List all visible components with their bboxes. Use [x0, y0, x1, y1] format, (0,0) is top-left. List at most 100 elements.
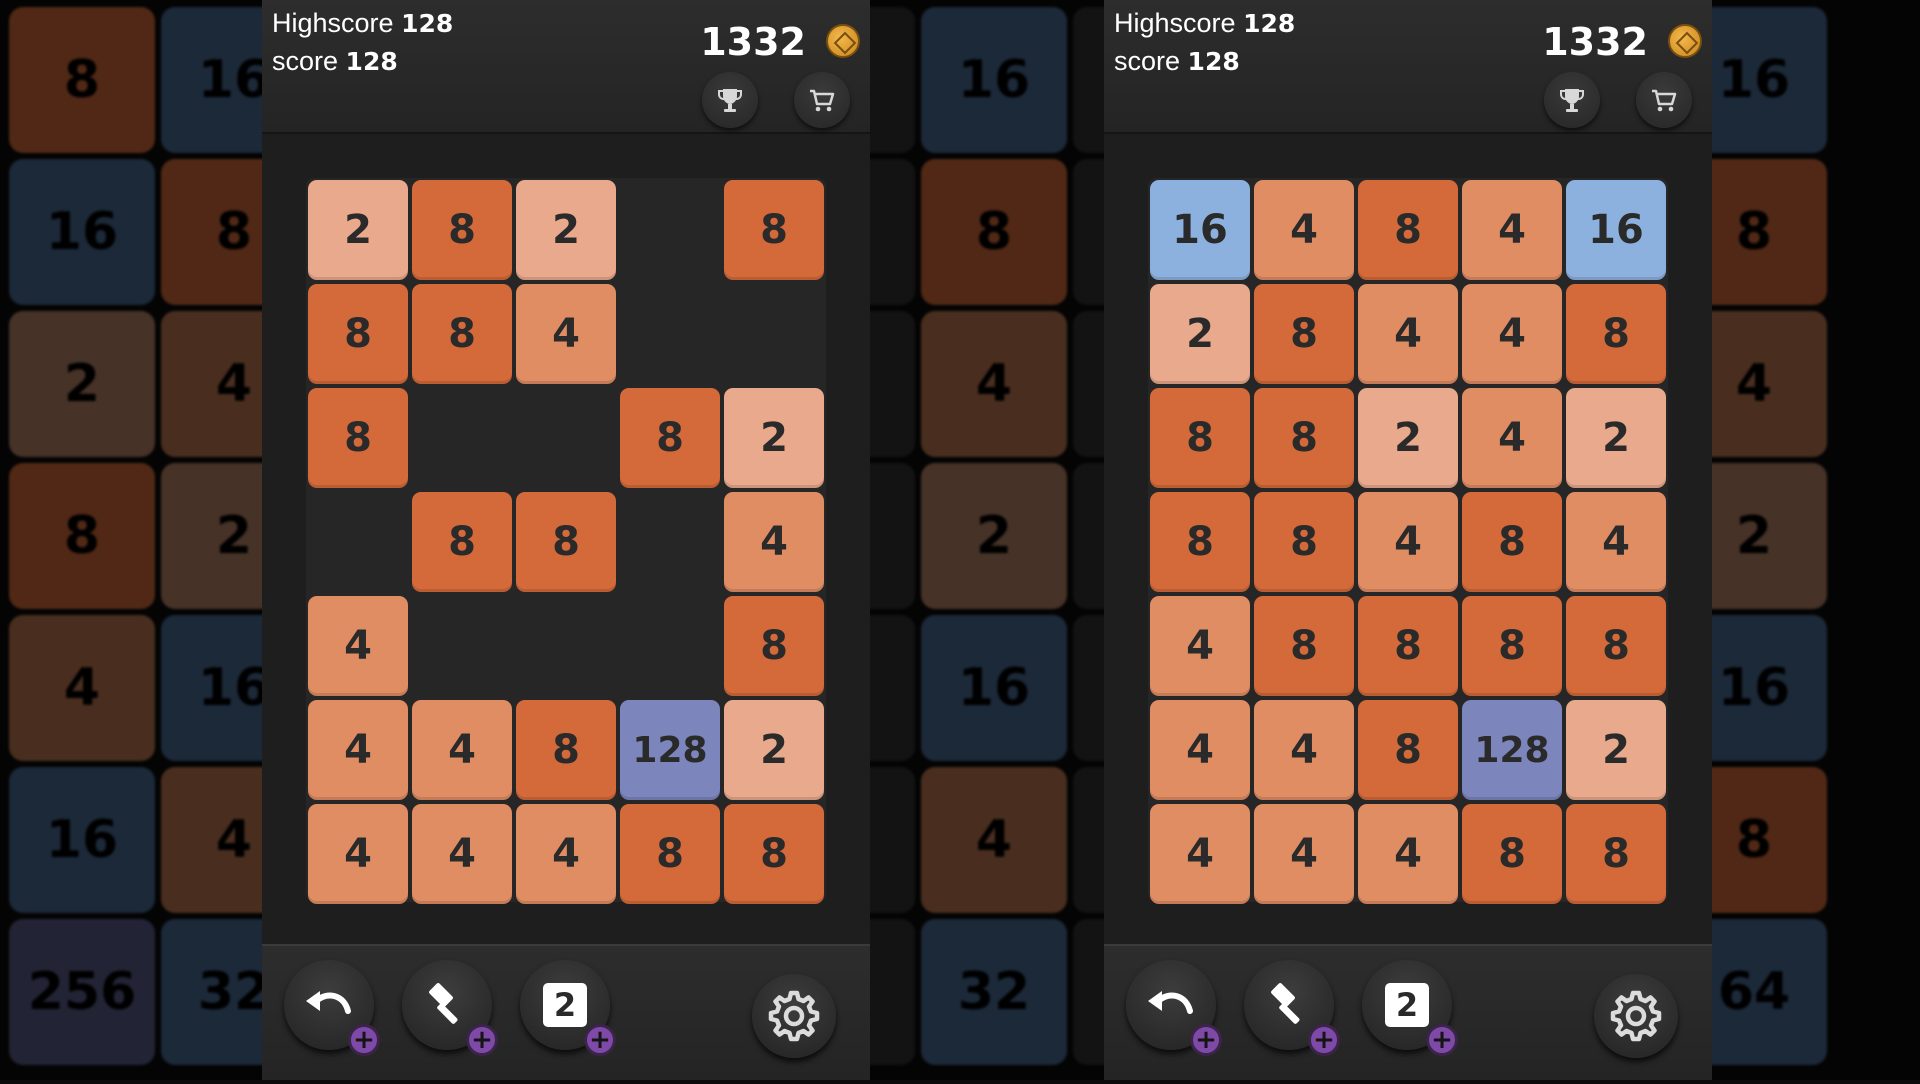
- plus-icon: +: [1190, 1024, 1222, 1056]
- tile-4[interactable]: 4: [308, 700, 408, 800]
- tile-4[interactable]: 4: [1150, 596, 1250, 696]
- tile-8[interactable]: 8: [516, 492, 616, 592]
- tile-4[interactable]: 4: [724, 492, 824, 592]
- highscore-label: Highscore: [1114, 8, 1236, 38]
- coin-icon: [826, 24, 860, 58]
- undo-button[interactable]: +: [284, 960, 380, 1056]
- tile-8[interactable]: 8: [724, 804, 824, 904]
- tile-8[interactable]: 8: [412, 492, 512, 592]
- hammer-button[interactable]: +: [402, 960, 498, 1056]
- leaderboard-button[interactable]: [702, 72, 758, 128]
- tile-2[interactable]: 2: [1566, 388, 1666, 488]
- tile-8[interactable]: 8: [516, 700, 616, 800]
- tile-4[interactable]: 4: [1566, 492, 1666, 592]
- tile-4[interactable]: 4: [1462, 284, 1562, 384]
- settings-button[interactable]: [752, 974, 836, 1058]
- tile-4[interactable]: 4: [308, 596, 408, 696]
- tile-4[interactable]: 4: [1150, 700, 1250, 800]
- plus-icon: +: [584, 1024, 616, 1056]
- shop-button[interactable]: [1636, 72, 1692, 128]
- tile-2[interactable]: 2: [1358, 388, 1458, 488]
- tile-8[interactable]: 8: [1358, 180, 1458, 280]
- tile-4[interactable]: 4: [308, 804, 408, 904]
- hammer-button[interactable]: +: [1244, 960, 1340, 1056]
- tile-4[interactable]: 4: [1462, 388, 1562, 488]
- shop-button[interactable]: [794, 72, 850, 128]
- tile-8[interactable]: 8: [1254, 492, 1354, 592]
- tool-bar: + + 2 +: [1104, 944, 1712, 1080]
- tile-4[interactable]: 4: [1254, 700, 1354, 800]
- undo-button[interactable]: +: [1126, 960, 1222, 1056]
- cart-icon: [1652, 89, 1677, 112]
- tile-16[interactable]: 16: [1150, 180, 1250, 280]
- settings-button[interactable]: [1594, 974, 1678, 1058]
- tile-4[interactable]: 4: [1462, 180, 1562, 280]
- tile-8[interactable]: 8: [620, 388, 720, 488]
- tile-8[interactable]: 8: [1150, 388, 1250, 488]
- tile-2[interactable]: 2: [308, 180, 408, 280]
- tile-8[interactable]: 8: [1358, 596, 1458, 696]
- cart-icon: [810, 89, 835, 112]
- coin-count: 1332: [700, 20, 806, 64]
- highscore-label: Highscore: [272, 8, 394, 38]
- tile-8[interactable]: 8: [724, 596, 824, 696]
- tile-8[interactable]: 8: [1462, 596, 1562, 696]
- tile-8[interactable]: 8: [1254, 596, 1354, 696]
- game-board: 2 8 2 8 8 8 4 8 8 2 8 8 4 4 8 4 4 8 128 2 4 4 4 8 8: [306, 178, 826, 904]
- tile-2[interactable]: 2: [1150, 284, 1250, 384]
- score-label: score: [1114, 46, 1181, 76]
- swap-tile-button[interactable]: 2 +: [520, 960, 616, 1056]
- tile-8[interactable]: 8: [412, 180, 512, 280]
- tile-128[interactable]: 128: [1462, 700, 1562, 800]
- tile-8[interactable]: 8: [1150, 492, 1250, 592]
- top-bar: Highscore 128 score 128 1332: [262, 0, 870, 134]
- score-value: 128: [1187, 47, 1240, 76]
- tile-8[interactable]: 8: [412, 284, 512, 384]
- tile-8[interactable]: 8: [620, 804, 720, 904]
- tool-bar: + + 2 +: [262, 944, 870, 1080]
- tile-8[interactable]: 8: [1462, 492, 1562, 592]
- leaderboard-button[interactable]: [1544, 72, 1600, 128]
- plus-icon: +: [1426, 1024, 1458, 1056]
- tile-8[interactable]: 8: [724, 180, 824, 280]
- tile-16[interactable]: 16: [1566, 180, 1666, 280]
- plus-icon: +: [348, 1024, 380, 1056]
- swap-tile-button[interactable]: 2 +: [1362, 960, 1458, 1056]
- tile-2[interactable]: 2: [516, 180, 616, 280]
- tile-4[interactable]: 4: [1358, 492, 1458, 592]
- tile-4[interactable]: 4: [1358, 804, 1458, 904]
- tile-8[interactable]: 8: [1462, 804, 1562, 904]
- tile-8[interactable]: 8: [308, 284, 408, 384]
- tile-8[interactable]: 8: [1566, 804, 1666, 904]
- score-label: score: [272, 46, 339, 76]
- tile-2[interactable]: 2: [724, 700, 824, 800]
- tile-4[interactable]: 4: [1358, 284, 1458, 384]
- tile-4[interactable]: 4: [1254, 180, 1354, 280]
- score-line: score 128: [272, 46, 398, 77]
- tile-4[interactable]: 4: [516, 284, 616, 384]
- tile-2[interactable]: 2: [724, 388, 824, 488]
- tile-two-icon: 2: [1385, 983, 1429, 1027]
- tile-4[interactable]: 4: [412, 700, 512, 800]
- tile-4[interactable]: 4: [1254, 804, 1354, 904]
- tile-8[interactable]: 8: [1566, 284, 1666, 384]
- tile-8[interactable]: 8: [308, 388, 408, 488]
- highscore-line: Highscore 128: [272, 8, 453, 39]
- tile-4[interactable]: 4: [412, 804, 512, 904]
- plus-icon: +: [1308, 1024, 1340, 1056]
- tile-8[interactable]: 8: [1254, 284, 1354, 384]
- tile-128[interactable]: 128: [620, 700, 720, 800]
- tile-4[interactable]: 4: [516, 804, 616, 904]
- hammer-icon: [429, 983, 458, 1024]
- game-board: 16 4 8 4 16 2 8 4 4 8 8 8 2 4 2 8 8 4 8 4 4 8 8 8 8 4 4 8 128 2 4 4 4 8 8: [1148, 178, 1668, 904]
- tile-4[interactable]: 4: [1150, 804, 1250, 904]
- tile-8[interactable]: 8: [1358, 700, 1458, 800]
- tile-2[interactable]: 2: [1566, 700, 1666, 800]
- trophy-icon: [1560, 89, 1584, 112]
- highscore-value: 128: [1243, 9, 1296, 38]
- tile-8[interactable]: 8: [1566, 596, 1666, 696]
- plus-icon: +: [466, 1024, 498, 1056]
- tile-8[interactable]: 8: [1254, 388, 1354, 488]
- left-game-screen: Highscore 128 score 128 1332 282 8 8 8 4…: [262, 0, 870, 1080]
- right-game-screen: Highscore 128 score 128 1332 16 4 8 4 16…: [1104, 0, 1712, 1080]
